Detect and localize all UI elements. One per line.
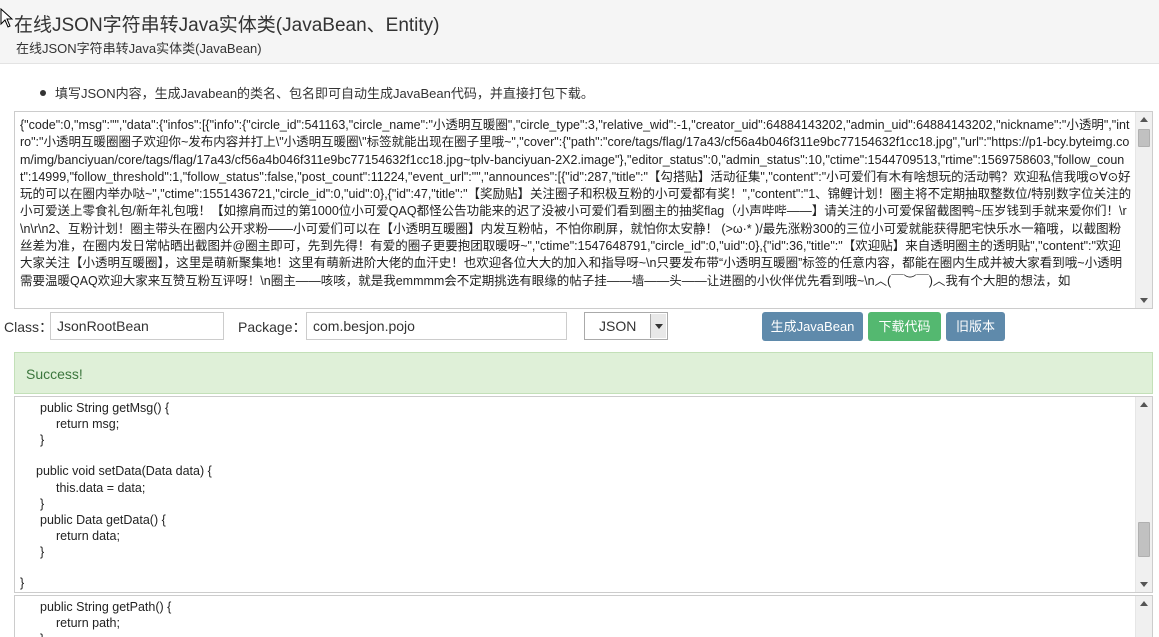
page-subtitle: 在线JSON字符串转Java实体类(JavaBean): [16, 41, 262, 56]
code-line: public Data getData() {: [40, 513, 166, 527]
scroll-thumb[interactable]: [1138, 522, 1150, 557]
code-line: public void setData(Data data) {: [36, 464, 212, 478]
code-line: }: [40, 545, 45, 559]
bullet-icon: [40, 89, 46, 96]
json-input-value: {"code":0,"msg":"","data":{"infos":[{"in…: [20, 118, 1132, 288]
package-label: Package：: [238, 319, 307, 335]
code-line: return path;: [56, 616, 120, 630]
scroll-up-icon[interactable]: [1140, 117, 1148, 122]
chevron-down-icon[interactable]: [650, 314, 666, 338]
scroll-up-icon[interactable]: [1140, 601, 1148, 606]
code-line: }: [20, 576, 25, 590]
json-input-textarea[interactable]: {"code":0,"msg":"","data":{"infos":[{"in…: [14, 111, 1153, 309]
code-line: }: [40, 433, 45, 447]
format-select-value: JSON: [599, 318, 637, 334]
generate-javabean-button[interactable]: 生成JavaBean: [762, 312, 863, 341]
code-line: this.data = data;: [56, 481, 146, 495]
code-line: }: [40, 497, 45, 511]
code-line: public String getMsg() {: [40, 401, 170, 415]
old-version-button[interactable]: 旧版本: [946, 312, 1005, 341]
class-input[interactable]: JsonRootBean: [50, 312, 224, 340]
success-alert: Success!: [14, 352, 1153, 394]
format-select[interactable]: JSON: [584, 312, 668, 340]
download-code-button[interactable]: 下载代码: [868, 312, 941, 341]
class-label: Class：: [4, 319, 54, 335]
code-line: }: [40, 632, 44, 637]
scroll-down-icon[interactable]: [1140, 298, 1148, 303]
scroll-up-icon[interactable]: [1140, 402, 1148, 407]
code-output-2[interactable]: public String getPath() { return path; }: [14, 595, 1153, 637]
intro-text: 填写JSON内容，生成Javabean的类名、包名即可自动生成JavaBean代…: [40, 83, 594, 102]
code-scrollbar-1[interactable]: [1135, 397, 1152, 592]
code-line: public String getPath() {: [40, 600, 172, 614]
cursor-arrow-icon: [0, 8, 14, 28]
page-title: 在线JSON字符串转Java实体类(JavaBean、Entity): [14, 15, 440, 36]
success-text: Success!: [26, 366, 83, 382]
scroll-down-icon[interactable]: [1140, 582, 1148, 587]
code-line: return msg;: [56, 417, 120, 431]
json-scrollbar[interactable]: [1135, 112, 1152, 308]
page-header: 在线JSON字符串转Java实体类(JavaBean、Entity) 在线JSO…: [0, 0, 1159, 64]
intro-label: 填写JSON内容，生成Javabean的类名、包名即可自动生成JavaBean代…: [55, 86, 594, 101]
code-line: return data;: [56, 529, 120, 543]
package-input[interactable]: com.besjon.pojo: [306, 312, 567, 340]
scroll-thumb[interactable]: [1138, 129, 1150, 147]
code-output-1[interactable]: public String getMsg() { return msg; } p…: [14, 396, 1153, 593]
code-scrollbar-2[interactable]: [1135, 596, 1152, 637]
